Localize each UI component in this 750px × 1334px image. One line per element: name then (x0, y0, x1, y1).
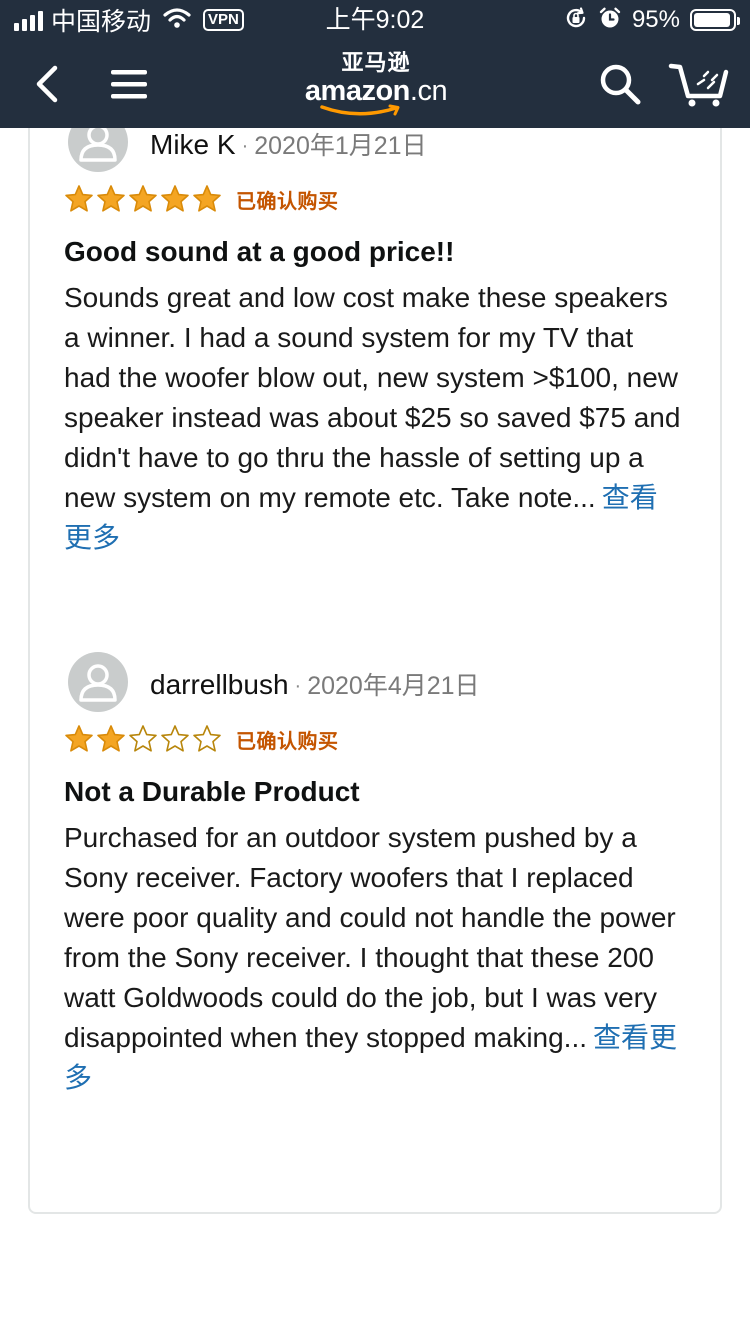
rating-row: 已确认购买 (64, 722, 684, 756)
review-title[interactable]: Not a Durable Product (64, 774, 684, 810)
menu-icon (111, 70, 147, 99)
verified-purchase-badge: 已确认购买 (236, 730, 339, 753)
review-item: Mike K · 2020年1月21日 已确认购买 Good sound at a … (64, 112, 684, 558)
separator-dot: · (294, 675, 302, 697)
star-filled-icon (193, 185, 221, 212)
review-text: Purchased for an outdoor system pushed b… (64, 822, 676, 1053)
amazon-cn-logo[interactable]: 亚马逊 amazon.cn (300, 50, 452, 120)
separator-dot: · (241, 135, 249, 157)
review-body: Purchased for an outdoor system pushed b… (64, 818, 684, 1098)
cart-icon (668, 63, 729, 107)
logo-smile-icon (320, 104, 400, 116)
star-empty-icon (161, 725, 189, 752)
star-filled-icon (97, 725, 125, 752)
battery-level (694, 13, 731, 27)
search-icon (600, 64, 641, 105)
review-text: Sounds great and low cost make these spe… (64, 282, 681, 513)
logo-wordmark-main: amazon (304, 75, 410, 107)
reviewer-line: darrellbush · 2020年4月21日 (150, 666, 480, 702)
search-button[interactable] (594, 40, 646, 128)
top-nav-bar: 亚马逊 amazon.cn (0, 40, 750, 128)
star-filled-icon (65, 185, 93, 212)
verified-purchase-badge: 已确认购买 (236, 190, 339, 213)
orientation-lock-icon (564, 6, 588, 35)
user-icon (79, 664, 117, 702)
review-date: 2020年1月21日 (254, 132, 427, 160)
reviewer-name[interactable]: darrellbush (150, 669, 289, 700)
reviewer-line: Mike K · 2020年1月21日 (150, 126, 427, 162)
rating-row: 已确认购买 (64, 182, 684, 216)
alarm-icon (598, 6, 622, 35)
review-item: darrellbush · 2020年4月21日 已确认购买 Not a Durab… (64, 652, 684, 1098)
cart-button[interactable] (664, 40, 734, 128)
star-filled-icon (161, 185, 189, 212)
review-title[interactable]: Good sound at a good price!! (64, 234, 684, 270)
battery-icon (690, 9, 740, 31)
star-empty-icon (129, 725, 157, 752)
star-rating (64, 724, 222, 754)
status-right: 95% (564, 6, 740, 35)
review-date: 2020年4月21日 (307, 672, 480, 700)
star-filled-icon (97, 185, 125, 212)
review-header: darrellbush · 2020年4月21日 (64, 652, 684, 714)
reviewer-name[interactable]: Mike K (150, 129, 236, 160)
logo-wordmark: amazon.cn (300, 76, 452, 106)
star-empty-icon (193, 725, 221, 752)
review-body: Sounds great and low cost make these spe… (64, 278, 684, 558)
menu-button[interactable] (104, 40, 154, 128)
back-button[interactable] (24, 40, 68, 128)
logo-suffix: .cn (409, 75, 448, 107)
status-bar: 中国移动 VPN 上午9:02 95% (0, 0, 750, 40)
battery-percent: 95% (631, 6, 680, 33)
star-filled-icon (65, 725, 93, 752)
back-icon (36, 65, 58, 103)
star-rating (64, 184, 222, 214)
avatar (68, 652, 128, 712)
star-filled-icon (129, 185, 157, 212)
logo-chinese: 亚马逊 (341, 50, 411, 75)
